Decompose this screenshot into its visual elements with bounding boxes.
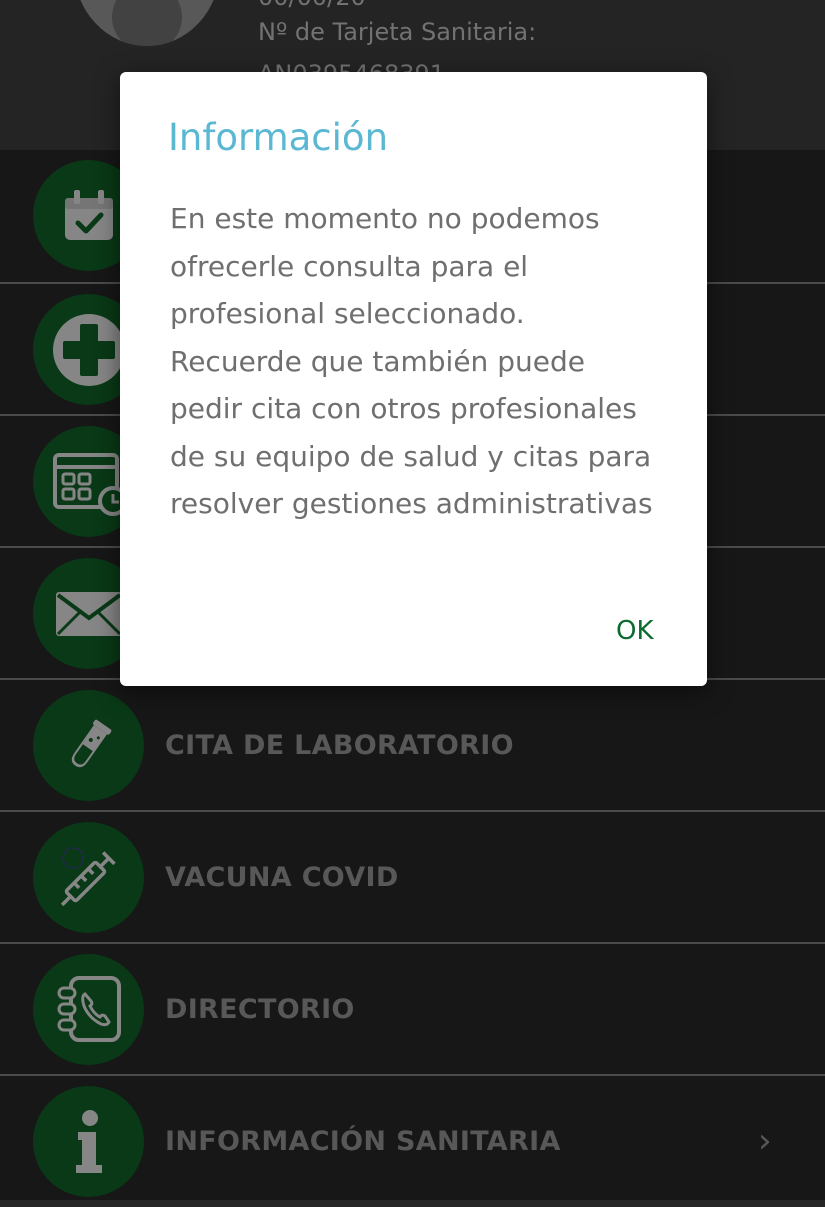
dialog-message-line: resolver gestiones administrativas bbox=[170, 487, 653, 520]
dialog-message-line: ofrecerle consulta para el bbox=[170, 249, 529, 283]
dialog-message-line: En este momento no podemos bbox=[170, 202, 600, 235]
dialog-message-line: de su equipo de salud y citas para bbox=[170, 439, 652, 473]
dialog-message: En este momento no podemos ofrecerle con… bbox=[170, 195, 680, 528]
dialog-message-line: Recuerde que también puede bbox=[170, 344, 585, 378]
ok-button[interactable]: OK bbox=[616, 612, 654, 650]
dialog-message-line: profesional seleccionado. bbox=[170, 297, 525, 330]
info-dialog: Información En este momento no podemos o… bbox=[120, 72, 707, 686]
dialog-message-line: pedir cita con otros profesionales bbox=[170, 392, 637, 425]
dialog-title: Información bbox=[168, 116, 389, 159]
